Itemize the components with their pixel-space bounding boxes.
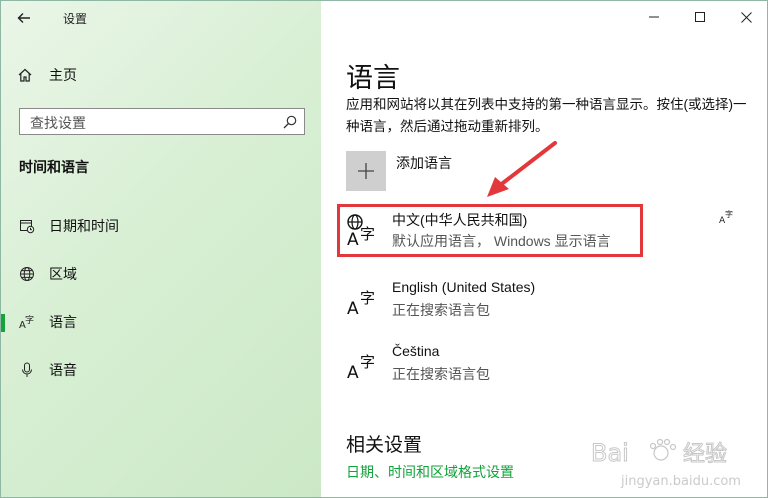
sidebar-item-label: 区域: [49, 266, 77, 282]
language-icon: A字: [17, 312, 37, 332]
section-title: 时间和语言: [19, 159, 89, 175]
back-arrow-icon: [17, 13, 30, 23]
title-bar: 设置: [1, 1, 321, 35]
home-icon: [15, 65, 35, 85]
main-content: 语言 应用和网站将以其在列表中支持的第一种语言显示。按住(或选择)一种语言，然后…: [321, 1, 767, 497]
search-icon[interactable]: [282, 114, 298, 130]
back-button[interactable]: [11, 7, 37, 29]
sidebar-item-language[interactable]: A字 语言: [1, 304, 321, 340]
sidebar-item-home[interactable]: 主页: [15, 63, 77, 87]
home-label: 主页: [49, 67, 77, 83]
svg-text:字: 字: [25, 314, 34, 326]
search-input[interactable]: [28, 113, 282, 133]
sidebar-item-date-time[interactable]: 日期和时间: [1, 208, 321, 244]
svg-text:jingyan.baidu.com: jingyan.baidu.com: [620, 474, 741, 489]
sidebar-item-label: 语音: [49, 362, 77, 378]
calendar-clock-icon: [17, 216, 37, 236]
sidebar: 设置 主页 时间和语言 日期和时间 区域: [1, 1, 321, 497]
settings-window: 设置 主页 时间和语言 日期和时间 区域: [0, 0, 768, 498]
sidebar-item-region[interactable]: 区域: [1, 256, 321, 292]
globe-icon: [17, 264, 37, 284]
sidebar-item-label: 语言: [49, 314, 77, 330]
window-title: 设置: [63, 12, 88, 26]
search-box[interactable]: [19, 108, 305, 135]
sidebar-item-label: 日期和时间: [49, 218, 119, 234]
sidebar-item-speech[interactable]: 语音: [1, 352, 321, 388]
annotation-arrow-icon: [487, 141, 557, 197]
microphone-icon: [17, 360, 37, 380]
svg-text:经验: 经验: [683, 442, 727, 467]
svg-text:Bai: Bai: [591, 439, 629, 467]
baidu-jingyan-watermark: Bai 经验 jingyan.baidu.com: [591, 439, 741, 490]
